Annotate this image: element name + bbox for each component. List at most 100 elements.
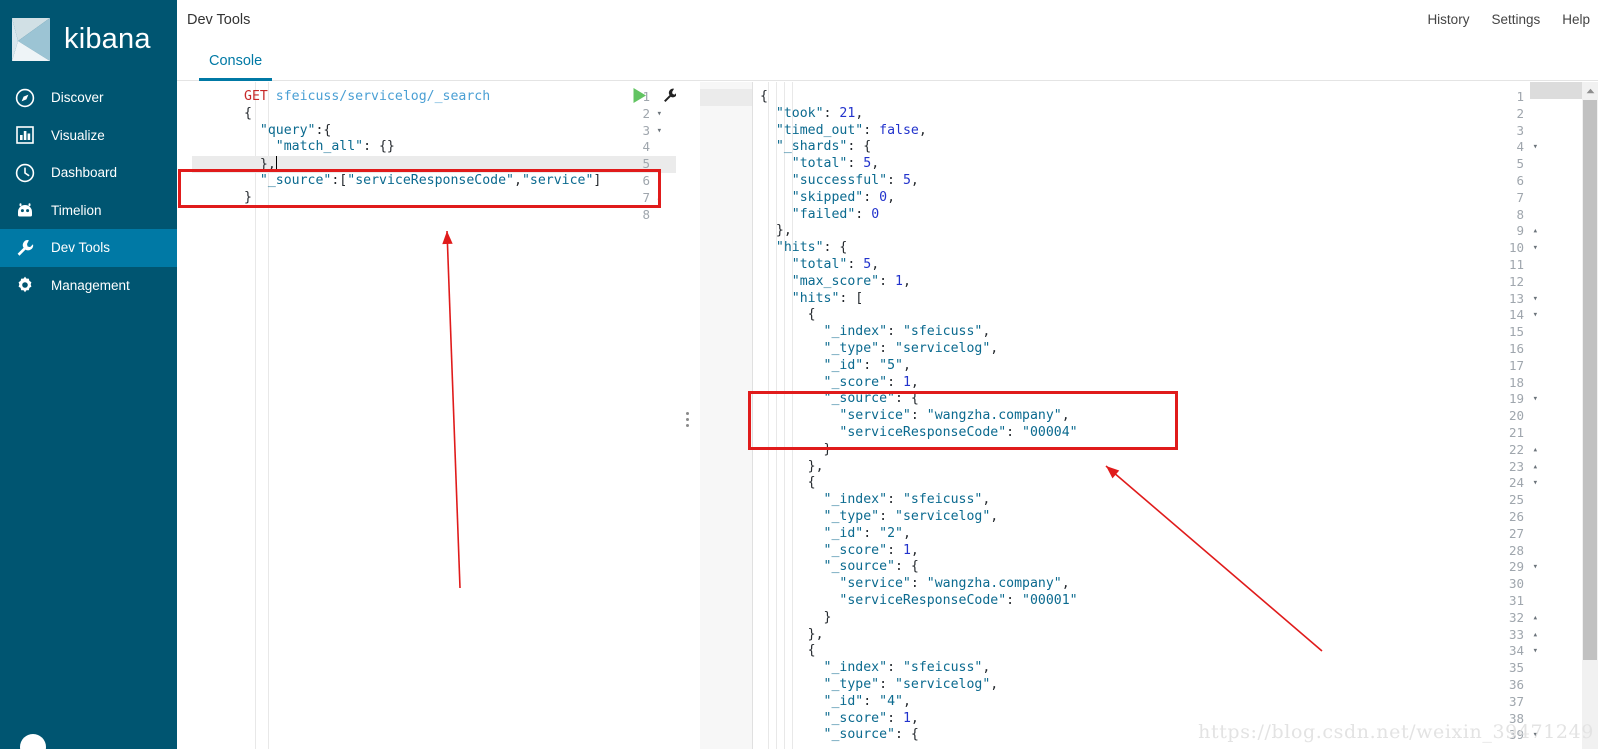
- line-number: 9: [1516, 223, 1524, 239]
- line-number: 25: [1508, 492, 1524, 508]
- sidebar-item-label: Visualize: [51, 127, 105, 143]
- fold-toggle-icon[interactable]: ▾: [1533, 139, 1538, 156]
- line-number: 8: [1516, 206, 1524, 222]
- fold-toggle-icon[interactable]: ▾: [1533, 643, 1538, 660]
- code-line: "_source":["serviceResponseCode","servic…: [259, 173, 602, 188]
- clock-icon: [13, 161, 37, 185]
- line-number: 5: [642, 156, 650, 172]
- sidebar-item-timelion[interactable]: Timelion: [0, 192, 177, 230]
- code-line: "timed_out": false,: [775, 122, 927, 138]
- line-number: 8: [642, 206, 650, 222]
- console-response-editor[interactable]: 1▾{2 "took": 21,3 "timed_out": false,4▾ …: [700, 82, 1546, 749]
- fold-toggle-icon[interactable]: ▾: [1533, 240, 1538, 257]
- line-number: 22: [1508, 441, 1524, 457]
- sidebar-item-dev-tools[interactable]: Dev Tools: [0, 229, 177, 267]
- code-line: "_shards": {: [775, 139, 872, 155]
- code-line: GET sfeicuss/servicelog/_search: [244, 89, 491, 104]
- line-number: 35: [1508, 660, 1524, 676]
- response-vertical-scrollbar[interactable]: [1582, 82, 1598, 749]
- request-action-toolbar: [632, 87, 676, 108]
- sidebar-item-management[interactable]: Management: [0, 267, 177, 305]
- line-number: 13: [1508, 290, 1524, 306]
- sidebar-item-visualize[interactable]: Visualize: [0, 117, 177, 155]
- line-number: 27: [1508, 525, 1524, 541]
- sidebar-item-label: Management: [51, 277, 130, 293]
- line-number: 30: [1508, 576, 1524, 592]
- fold-toggle-icon[interactable]: ▴: [1533, 627, 1538, 644]
- timelion-icon: [13, 198, 37, 222]
- code-line: }: [760, 441, 832, 457]
- code-line: "_source": {: [823, 391, 919, 407]
- code-line: "total": 5,: [791, 257, 880, 272]
- panel-splitter[interactable]: [676, 82, 700, 749]
- line-number: 11: [1508, 257, 1524, 272]
- fold-toggle-icon[interactable]: ▴: [1533, 610, 1538, 627]
- code-line: {: [760, 643, 816, 659]
- line-number: 28: [1508, 542, 1524, 558]
- line-number: 15: [1508, 324, 1524, 340]
- code-line: "hits": {: [775, 240, 848, 256]
- sidebar-item-label: Dashboard: [51, 165, 118, 180]
- wrench-icon[interactable]: [662, 87, 676, 108]
- fold-toggle-icon[interactable]: ▾: [1533, 291, 1538, 308]
- fold-toggle-icon[interactable]: ▾: [1533, 391, 1538, 408]
- line-number: 12: [1508, 273, 1524, 289]
- settings-link[interactable]: Settings: [1491, 12, 1540, 27]
- line-number: 5: [1516, 156, 1524, 172]
- fold-toggle-icon[interactable]: ▾: [657, 106, 662, 123]
- fold-toggle-icon[interactable]: ▾: [1533, 559, 1538, 576]
- code-line: "_index": "sfeicuss",: [823, 492, 991, 508]
- fold-toggle-icon[interactable]: ▾: [1533, 475, 1538, 492]
- scrollbar-thumb[interactable]: [1583, 100, 1597, 660]
- console-request-editor[interactable]: 1 GET sfeicuss/servicelog/_search 2 ▾{3 ▾ "q…: [192, 82, 676, 749]
- code-line: "_index": "sfeicuss",: [823, 324, 991, 340]
- request-panel[interactable]: 1 GET sfeicuss/servicelog/_search 2 ▾{3 ▾ "q…: [192, 82, 676, 749]
- code-line: }: [760, 609, 832, 625]
- gutter-divider: [752, 82, 753, 749]
- response-top-strip: [1530, 82, 1582, 99]
- code-line: "took": 21,: [775, 105, 864, 121]
- kibana-logo-icon: [10, 16, 53, 63]
- tab-console[interactable]: Console: [199, 41, 272, 81]
- line-number: 4: [1516, 139, 1524, 155]
- sidebar-item-discover[interactable]: Discover: [0, 79, 177, 117]
- sidebar-collapse-toggle[interactable]: [20, 734, 46, 749]
- code-line: "query":{: [259, 122, 332, 138]
- brand-logo[interactable]: kibana: [0, 0, 177, 79]
- code-line: "max_score": 1,: [791, 273, 911, 289]
- line-number: 3: [642, 122, 650, 138]
- line-number: 31: [1508, 593, 1524, 608]
- code-line: {: [760, 89, 768, 104]
- active-gutter-highlight: [700, 89, 752, 106]
- fold-toggle-icon[interactable]: ▴: [1533, 459, 1538, 476]
- line-number: 1: [1516, 89, 1524, 104]
- line-number: 20: [1508, 408, 1524, 424]
- line-number: 24: [1508, 475, 1524, 491]
- code-line: {: [760, 307, 816, 323]
- play-icon[interactable]: [632, 87, 648, 108]
- compass-icon: [13, 86, 37, 110]
- chevron-up-icon[interactable]: [1582, 82, 1598, 99]
- line-number: 2: [1516, 105, 1524, 121]
- line-number: 26: [1508, 509, 1524, 524]
- fold-toggle-icon[interactable]: ▴: [657, 190, 662, 207]
- history-link[interactable]: History: [1427, 12, 1469, 27]
- line-number: 18: [1508, 374, 1524, 390]
- help-link[interactable]: Help: [1562, 12, 1590, 27]
- request-gutter: [192, 82, 240, 749]
- fold-toggle-icon[interactable]: ▾: [657, 123, 662, 140]
- sidebar-item-label: Timelion: [51, 202, 102, 218]
- code-line: "_id": "4",: [823, 693, 911, 709]
- fold-toggle-icon[interactable]: ▴: [1533, 442, 1538, 459]
- fold-toggle-icon[interactable]: ▾: [1533, 307, 1538, 324]
- line-number: 21: [1508, 425, 1524, 440]
- response-panel[interactable]: 1▾{2 "took": 21,3 "timed_out": false,4▾ …: [700, 82, 1546, 749]
- top-bar: Dev Tools History Settings Help: [177, 0, 1598, 41]
- sidebar-item-dashboard[interactable]: Dashboard: [0, 154, 177, 192]
- code-line: "match_all": {}: [275, 139, 395, 155]
- text-caret: [275, 156, 277, 171]
- line-number: 2: [642, 105, 650, 121]
- fold-toggle-icon[interactable]: ▴: [1533, 223, 1538, 240]
- code-line: "serviceResponseCode": "00001": [839, 593, 1078, 608]
- sidebar-item-label: Discover: [51, 90, 104, 105]
